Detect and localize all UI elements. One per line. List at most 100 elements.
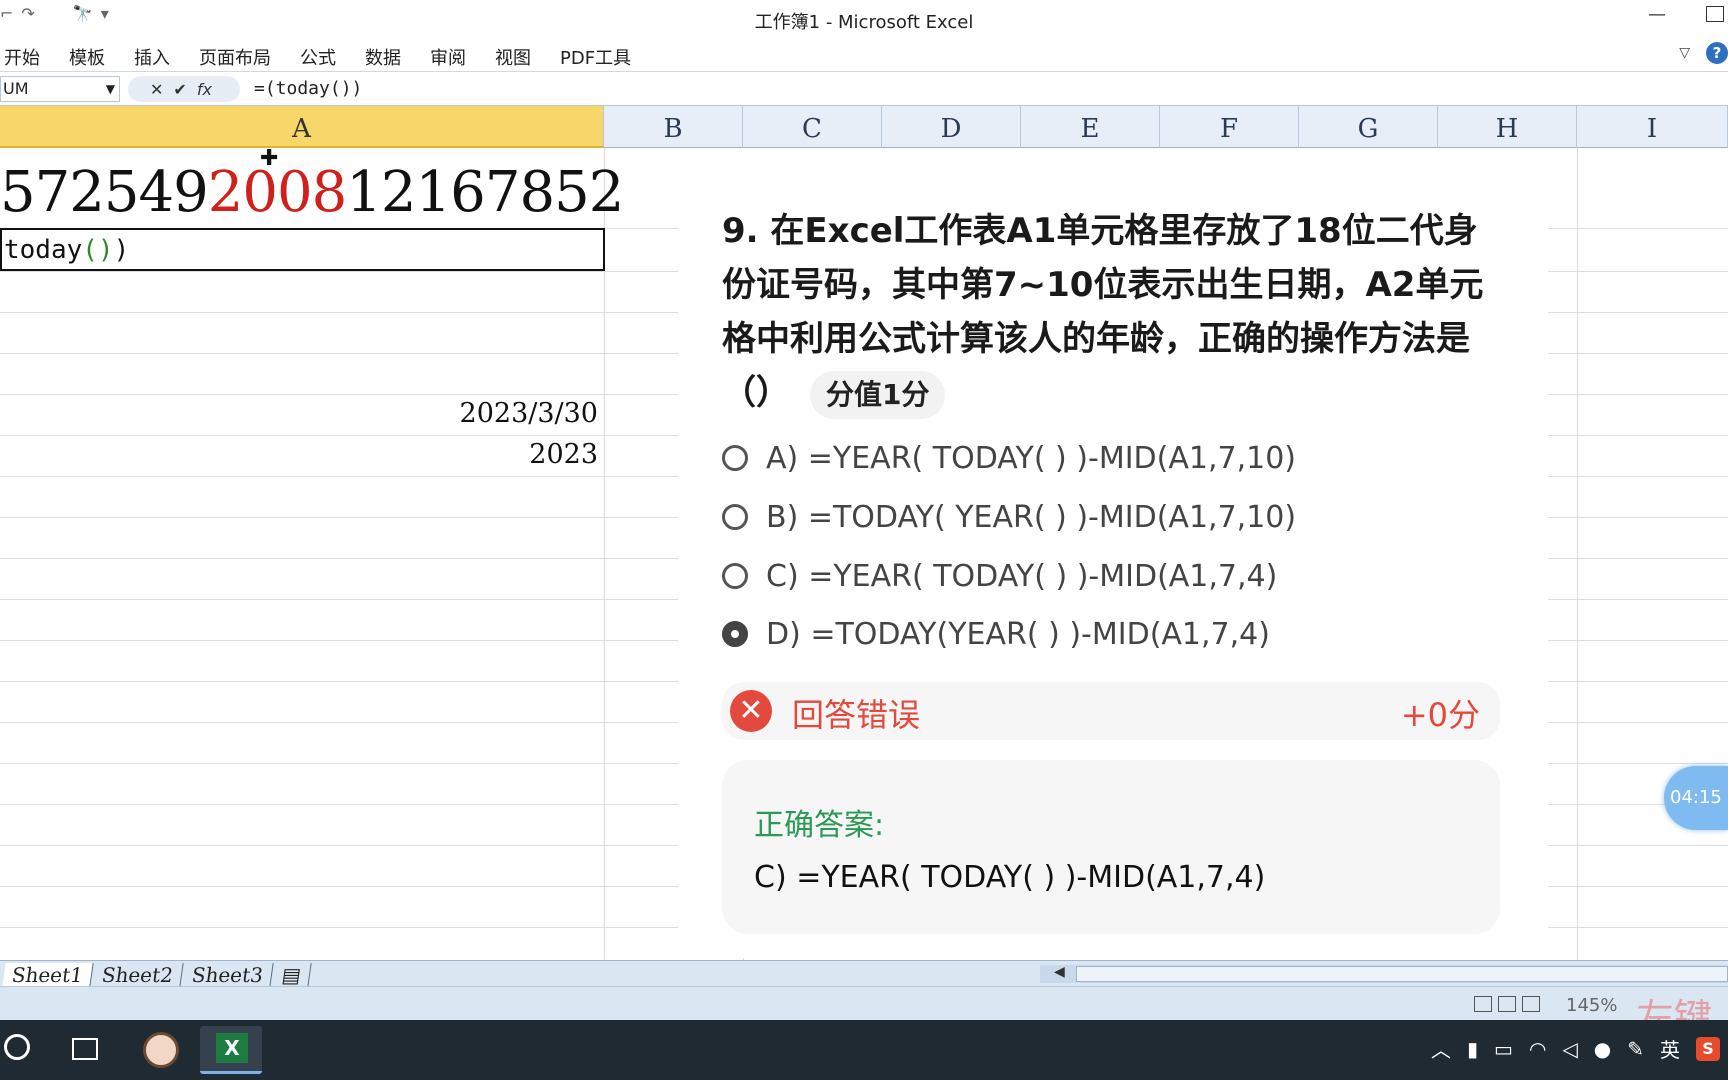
pen-icon[interactable]: ✎ — [1627, 1037, 1644, 1061]
task-view-icon[interactable] — [72, 1038, 98, 1060]
microphone-icon[interactable]: ▮ — [1467, 1037, 1478, 1061]
system-tray: ︿ ▮ ▭ ◠ ◁ ● ✎ 英 S — [1431, 1034, 1728, 1063]
page-layout-view-icon[interactable] — [1498, 996, 1516, 1012]
radio-icon[interactable] — [722, 445, 748, 471]
option-c[interactable]: C) =YEAR( TODAY( ) )-MID(A1,7,4) — [722, 556, 1277, 596]
excel-icon: X — [216, 1033, 248, 1063]
scrollbar-thumb[interactable] — [1076, 966, 1728, 982]
name-box[interactable]: UM ▼ — [0, 76, 120, 102]
cancel-icon[interactable]: ✕ — [150, 80, 163, 99]
sheet-tab-bar: Sheet1 Sheet2 Sheet3 ▤ ◀ — [0, 960, 1728, 987]
ribbon-right-controls: ▽ ? — [1679, 42, 1728, 64]
taskbar-app-avatar[interactable] — [130, 1026, 192, 1074]
option-b[interactable]: B) =TODAY( YEAR( ) )-MID(A1,7,10) — [722, 497, 1296, 537]
option-a[interactable]: A) =YEAR( TODAY( ) )-MID(A1,7,10) — [722, 438, 1296, 478]
horizontal-scrollbar[interactable]: ◀ — [1040, 964, 1728, 983]
tab-view[interactable]: 视图 — [495, 44, 546, 70]
correct-answer-text: C) =YEAR( TODAY( ) )-MID(A1,7,4) — [754, 860, 1266, 895]
tab-data[interactable]: 数据 — [365, 44, 416, 70]
chevron-up-icon[interactable]: ︿ — [1431, 1034, 1451, 1063]
sheet-tab-1[interactable]: Sheet1 — [2, 963, 94, 987]
option-c-label: C) =YEAR( TODAY( ) )-MID(A1,7,4) — [766, 558, 1278, 594]
formula-input[interactable]: =(today()) — [254, 78, 362, 99]
column-header-b[interactable]: B — [604, 106, 743, 148]
tab-formulas[interactable]: 公式 — [300, 44, 351, 70]
column-header-f[interactable]: F — [1160, 106, 1299, 148]
cell-a5[interactable]: 2023/3/30 — [0, 398, 598, 429]
cell-a2-parens: () — [82, 235, 114, 265]
formula-buttons: ✕ ✔ fx — [128, 76, 240, 102]
column-header-g[interactable]: G — [1299, 106, 1438, 148]
avatar-icon — [143, 1032, 179, 1068]
chevron-down-icon[interactable]: ▼ — [106, 77, 115, 101]
score-badge: 分值1分 — [810, 370, 946, 419]
sheet-tab-3[interactable]: Sheet3 — [182, 963, 274, 987]
ribbon: 开始 模板 插入 页面布局 公式 数据 审阅 视图 PDF工具 ▽ ? — [0, 36, 1728, 72]
tab-review[interactable]: 审阅 — [430, 44, 481, 70]
formula-bar: UM ▼ ✕ ✔ fx =(today()) — [0, 72, 1728, 106]
option-d-label: D) =TODAY(YEAR( ) )-MID(A1,7,4) — [766, 616, 1270, 652]
column-header-c[interactable]: C — [743, 106, 882, 148]
timer-badge[interactable]: 04:15 — [1664, 766, 1728, 830]
option-d[interactable]: D) =TODAY(YEAR( ) )-MID(A1,7,4) — [722, 614, 1270, 654]
tab-page-layout[interactable]: 页面布局 — [199, 44, 286, 70]
option-b-label: B) =TODAY( YEAR( ) )-MID(A1,7,10) — [766, 499, 1297, 535]
column-header-a[interactable]: A — [0, 106, 604, 148]
minimize-button[interactable]: — — [1648, 4, 1666, 25]
ribbon-tabs: 开始 模板 插入 页面布局 公式 数据 审阅 视图 PDF工具 — [4, 44, 660, 70]
qq-icon[interactable]: ● — [1594, 1037, 1611, 1061]
normal-view-icon[interactable] — [1474, 996, 1492, 1012]
correct-answer-title: 正确答案: — [754, 808, 885, 843]
enter-icon[interactable]: ✔ — [173, 80, 186, 99]
scroll-left-icon[interactable]: ◀ — [1054, 964, 1065, 980]
taskbar: X ︿ ▮ ▭ ◠ ◁ ● ✎ 英 S — [0, 1020, 1728, 1080]
sogou-icon[interactable]: S — [1696, 1036, 1720, 1061]
radio-selected-icon[interactable] — [722, 621, 748, 647]
excel-window: ⌐ ↷ 🔭 ▾ 工作簿1 - Microsoft Excel — 开始 模板 插… — [0, 0, 1728, 1080]
help-icon[interactable]: ? — [1706, 42, 1728, 64]
zoom-level[interactable]: 145% — [1566, 995, 1617, 1016]
correct-answer-card: 正确答案: C) =YEAR( TODAY( ) )-MID(A1,7,4) — [722, 760, 1500, 934]
column-header-h[interactable]: H — [1438, 106, 1577, 148]
column-header-i[interactable]: I — [1577, 106, 1728, 148]
quiz-panel: 9. 在Excel工作表A1单元格里存放了18位二代身份证号码，其中第7~10位… — [678, 148, 1548, 958]
name-box-value: UM — [3, 79, 29, 98]
cell-a1-suffix: 12167852 — [346, 160, 624, 225]
sheet-tab-2[interactable]: Sheet2 — [92, 963, 184, 987]
insert-function-icon[interactable]: fx — [197, 80, 212, 99]
column-header-e[interactable]: E — [1021, 106, 1160, 148]
radio-icon[interactable] — [722, 504, 748, 530]
mouse-cursor-icon: ✚ — [260, 146, 279, 171]
view-buttons — [1474, 996, 1540, 1012]
tab-templates[interactable]: 模板 — [69, 44, 120, 70]
option-a-label: A) =YEAR( TODAY( ) )-MID(A1,7,10) — [766, 440, 1297, 476]
quiz-question: 9. 在Excel工作表A1单元格里存放了18位二代身份证号码，其中第7~10位… — [722, 204, 1502, 420]
volume-icon[interactable]: ◁ — [1562, 1037, 1577, 1061]
ime-indicator[interactable]: 英 — [1660, 1034, 1680, 1063]
tab-insert[interactable]: 插入 — [134, 44, 185, 70]
wrong-icon: ✕ — [730, 690, 772, 732]
page-break-view-icon[interactable] — [1522, 996, 1540, 1012]
cell-a1-prefix: 572549 — [0, 160, 209, 225]
insert-sheet-icon[interactable]: ▤ — [272, 963, 312, 987]
tab-pdf-tools[interactable]: PDF工具 — [560, 44, 646, 70]
maximize-button[interactable] — [1706, 6, 1724, 22]
result-label: 回答错误 — [792, 696, 921, 734]
tab-home[interactable]: 开始 — [4, 44, 55, 70]
search-icon[interactable] — [4, 1034, 30, 1060]
taskbar-app-excel[interactable]: X — [200, 1026, 262, 1074]
status-bar: 145% 左键 — [0, 986, 1728, 1040]
wifi-icon[interactable]: ◠ — [1529, 1037, 1546, 1061]
result-points: +0分 — [1400, 696, 1480, 734]
battery-icon[interactable]: ▭ — [1494, 1037, 1513, 1061]
cell-a2-text: today — [4, 235, 83, 265]
window-title: 工作簿1 - Microsoft Excel — [754, 12, 974, 33]
cell-a1[interactable]: 572549200812167852 — [0, 160, 624, 225]
column-headers: A B C D E F G H I — [0, 106, 1728, 148]
ribbon-collapse-icon[interactable]: ▽ — [1679, 45, 1690, 61]
cell-a2-active[interactable]: today()) — [0, 228, 605, 271]
radio-icon[interactable] — [722, 563, 748, 589]
cell-a6[interactable]: 2023 — [0, 439, 598, 470]
column-header-d[interactable]: D — [882, 106, 1021, 148]
result-banner: ✕ 回答错误 +0分 — [722, 682, 1500, 740]
